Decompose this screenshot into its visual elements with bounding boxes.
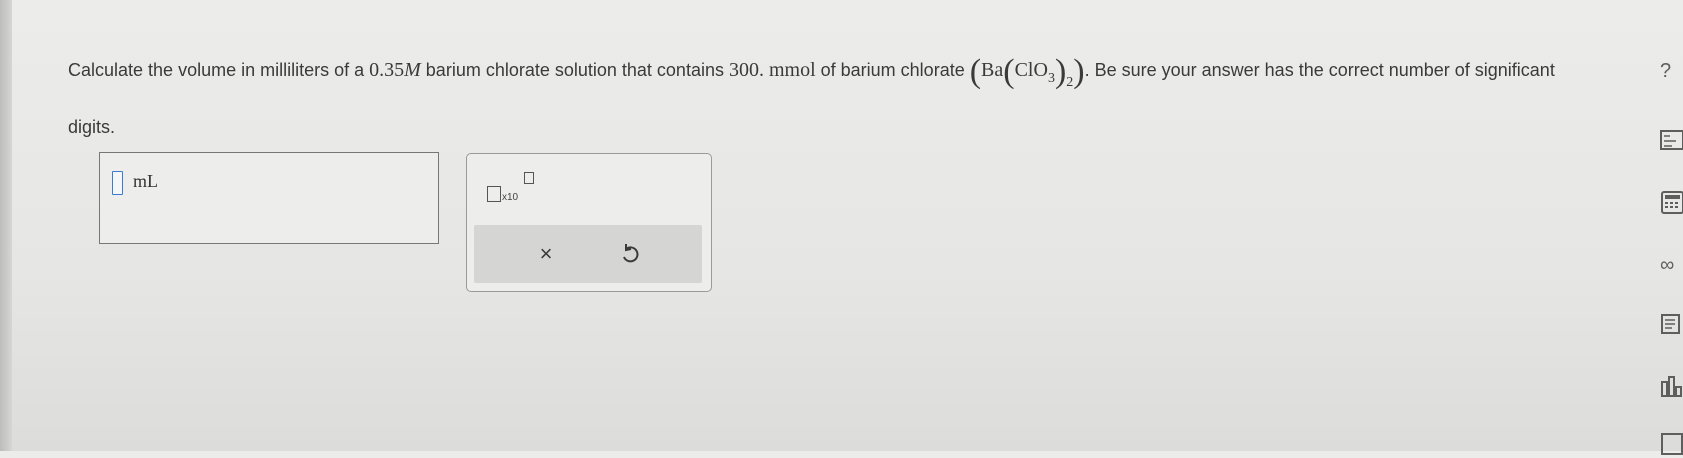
close-icon: × — [539, 241, 553, 266]
unit-label: mL — [133, 171, 158, 191]
x10-label: x10 — [502, 192, 519, 203]
clear-button[interactable]: × — [506, 225, 586, 283]
help-icon[interactable]: ? — [1660, 58, 1683, 84]
coefficient-box-icon — [487, 186, 501, 202]
concentration-value: 0.35M — [369, 59, 421, 81]
infinity-icon[interactable]: ∞ — [1660, 252, 1683, 278]
question-text: Calculate the volume in milliliters of a… — [68, 48, 1588, 149]
chemical-formula: (Ba(ClO3)2) — [969, 53, 1085, 90]
exponent-box-icon — [524, 172, 534, 184]
action-bar: × — [474, 225, 702, 283]
chart-icon[interactable] — [1660, 374, 1683, 400]
question-part: of barium chlorate — [815, 60, 970, 80]
calculator-icon[interactable] — [1660, 190, 1683, 216]
math-tool-panel: x10 × — [466, 153, 712, 292]
answer-input[interactable] — [112, 171, 123, 195]
undo-icon — [623, 244, 639, 263]
question-part: barium chlorate solution that contains — [420, 60, 729, 80]
answer-box[interactable]: mL — [99, 152, 439, 244]
amount-value: 300. mmol — [728, 59, 816, 81]
data-icon[interactable] — [1660, 312, 1683, 338]
question-part: Calculate the volume in milliliters of a — [68, 60, 370, 80]
scientific-notation-button[interactable]: x10 — [487, 172, 547, 212]
periodic-table-icon[interactable] — [1660, 128, 1683, 154]
side-toolbar: ? ∞ — [1652, 0, 1683, 455]
window-edge — [0, 0, 12, 451]
undo-button[interactable] — [590, 225, 670, 283]
reference-icon[interactable] — [1660, 432, 1683, 458]
